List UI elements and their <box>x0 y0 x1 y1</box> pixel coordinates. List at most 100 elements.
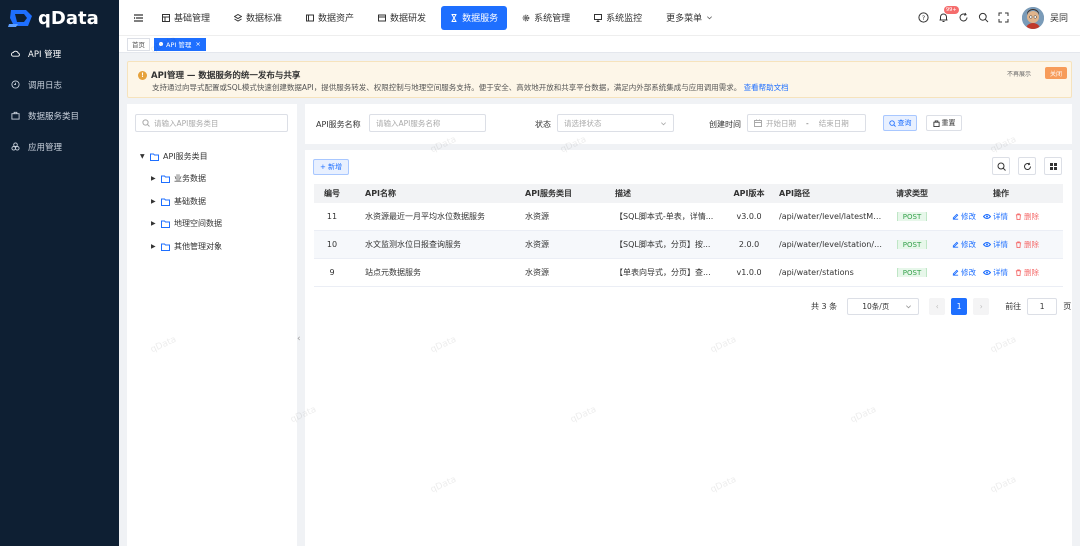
sidebar-item-label: API 管理 <box>28 49 62 60</box>
chevron-down-icon <box>707 16 713 20</box>
detail-button[interactable]: 详情 <box>983 211 1008 222</box>
page-suffix: 页 <box>1063 302 1072 311</box>
nav-more-menu[interactable]: 更多菜单 <box>657 6 722 30</box>
nav-system-monitor[interactable]: 系统监控 <box>585 6 651 30</box>
briefcase-icon <box>11 111 20 120</box>
tree-node-label: 基础数据 <box>174 197 206 206</box>
detail-button[interactable]: 详情 <box>983 239 1008 250</box>
table-row: 9 站点元数据服务 水资源 【单表向导式，分页】查... v1.0.0 /api… <box>314 259 1063 287</box>
tree-search-input[interactable]: 请输入API服务类目 <box>135 114 288 132</box>
folder-icon <box>150 153 159 161</box>
api-list-panel: + 新增 编号 API名称 API服务类目 描述 API版本 API路径 请求类… <box>305 150 1072 546</box>
nav-basic-management[interactable]: 基础管理 <box>153 6 219 30</box>
nav-label: 系统监控 <box>606 14 643 24</box>
tree-node-label: 其他管理对象 <box>174 242 222 251</box>
logo[interactable]: qData <box>0 0 119 36</box>
tree-search-placeholder: 请输入API服务类目 <box>154 118 219 128</box>
close-icon[interactable]: × <box>195 40 200 48</box>
nav-data-dev[interactable]: 数据研发 <box>369 6 435 30</box>
nav-system-management[interactable]: 系统管理 <box>513 6 579 30</box>
table-refresh-icon[interactable] <box>1018 157 1036 175</box>
fullscreen-icon[interactable] <box>994 12 1014 23</box>
next-page-button[interactable]: › <box>973 298 990 315</box>
search-icon[interactable] <box>974 12 994 23</box>
tree-node-base-data[interactable]: ▶ 基础数据 <box>151 196 206 207</box>
table-row: 10 水文监测水位日报查询服务 水资源 【SQL脚本式，分页】按... 2.0.… <box>314 231 1063 259</box>
help-doc-link[interactable]: 查看帮助文档 <box>744 83 789 92</box>
search-icon <box>142 119 150 127</box>
page-1-button[interactable]: 1 <box>951 298 968 315</box>
header-description: 描述 <box>615 189 631 198</box>
reset-button-label: 重置 <box>941 119 956 127</box>
nav-data-asset[interactable]: 数据资产 <box>297 6 363 30</box>
cell-path: /api/water/level/latestMo... <box>779 212 885 221</box>
api-name-label: API服务名称 <box>316 120 361 129</box>
nav-data-service[interactable]: 数据服务 <box>441 5 508 30</box>
detail-button[interactable]: 详情 <box>983 267 1008 278</box>
sidebar-item-api-management[interactable]: API 管理 <box>0 38 119 69</box>
sidebar-item-app-management[interactable]: 应用管理 <box>0 131 119 162</box>
help-icon[interactable]: ? <box>914 12 934 23</box>
cell-api-name: 水文监测水位日报查询服务 <box>365 240 461 249</box>
tree-node-other-objects[interactable]: ▶ 其他管理对象 <box>151 241 222 252</box>
edit-button[interactable]: 修改 <box>952 211 976 222</box>
search-button[interactable]: 查询 <box>883 115 917 131</box>
sidebar-item-label: 数据服务类目 <box>28 111 80 122</box>
edit-icon <box>952 213 959 220</box>
tree-node-root[interactable]: ▼ API服务类目 <box>140 151 208 162</box>
delete-button[interactable]: 删除 <box>1015 267 1039 278</box>
sidebar-item-call-log[interactable]: 调用日志 <box>0 69 119 100</box>
delete-button[interactable]: 删除 <box>1015 239 1039 250</box>
nav-label: 系统管理 <box>534 14 571 24</box>
apps-icon <box>11 142 20 151</box>
column-settings-icon[interactable] <box>1044 157 1062 175</box>
hamburger-icon[interactable] <box>123 13 153 23</box>
reset-button[interactable]: 重置 <box>926 115 962 131</box>
notice-banner: ! API管理 — 数据服务的统一发布与共享 支持通过向导式配置或SQL模式快速… <box>127 61 1072 98</box>
cell-version: v1.0.0 <box>736 268 762 277</box>
cell-version: 2.0.0 <box>738 240 760 249</box>
add-button[interactable]: + 新增 <box>313 159 349 175</box>
logo-text: qData <box>38 7 99 29</box>
edit-button[interactable]: 修改 <box>952 239 976 250</box>
nav-label: 数据研发 <box>390 14 427 24</box>
collapse-panel-icon[interactable]: ‹ <box>297 334 301 344</box>
edit-button[interactable]: 修改 <box>952 267 976 278</box>
user-avatar[interactable] <box>1021 6 1044 29</box>
tree-node-label: 业务数据 <box>174 174 206 183</box>
goto-page-input[interactable]: 1 <box>1027 298 1058 315</box>
notification-bell-icon[interactable]: 99+ <box>934 6 959 23</box>
nav-label: 更多菜单 <box>666 14 703 24</box>
detail-label: 详情 <box>993 212 1008 221</box>
notice-title: API管理 — 数据服务的统一发布与共享 <box>151 71 301 81</box>
dont-show-again-button[interactable]: 不再展示 <box>1007 69 1031 78</box>
user-name[interactable]: 吴同 <box>1050 11 1068 24</box>
tab-bar: 首页 API 管理 × <box>119 35 1080 53</box>
nav-data-standard[interactable]: 数据标准 <box>225 6 291 30</box>
prev-page-button[interactable]: ‹ <box>929 298 946 315</box>
tree-node-business-data[interactable]: ▶ 业务数据 <box>151 173 206 184</box>
tree-node-geo-data[interactable]: ▶ 地理空间数据 <box>151 218 222 229</box>
date-range-picker[interactable]: 开始日期 - 结束日期 <box>747 114 866 132</box>
header-api-name: API名称 <box>365 189 397 198</box>
start-date-placeholder: 开始日期 <box>766 118 796 128</box>
table-search-icon[interactable] <box>992 157 1010 175</box>
nav-label: 基础管理 <box>174 14 211 24</box>
status-select[interactable]: 请选择状态 <box>557 114 674 132</box>
edit-icon <box>952 269 959 276</box>
edit-label: 修改 <box>961 240 976 249</box>
notice-close-button[interactable]: 关闭 <box>1045 67 1067 79</box>
sidebar: qData API 管理 调用日志 数据服务类目 应用管理 <box>0 0 119 546</box>
page-size-select[interactable]: 10条/页 <box>847 298 920 315</box>
header-id: 编号 <box>324 189 340 198</box>
refresh-icon[interactable] <box>954 12 974 23</box>
logo-icon <box>8 7 36 29</box>
tab-api-management[interactable]: API 管理 × <box>154 37 206 51</box>
api-name-input[interactable]: 请输入API服务名称 <box>369 114 486 132</box>
folder-icon <box>161 243 170 251</box>
tab-home[interactable]: 首页 <box>127 37 150 51</box>
sidebar-item-label: 调用日志 <box>28 80 63 91</box>
sidebar-item-service-category[interactable]: 数据服务类目 <box>0 100 119 131</box>
search-icon <box>888 119 896 127</box>
delete-button[interactable]: 删除 <box>1015 211 1039 222</box>
